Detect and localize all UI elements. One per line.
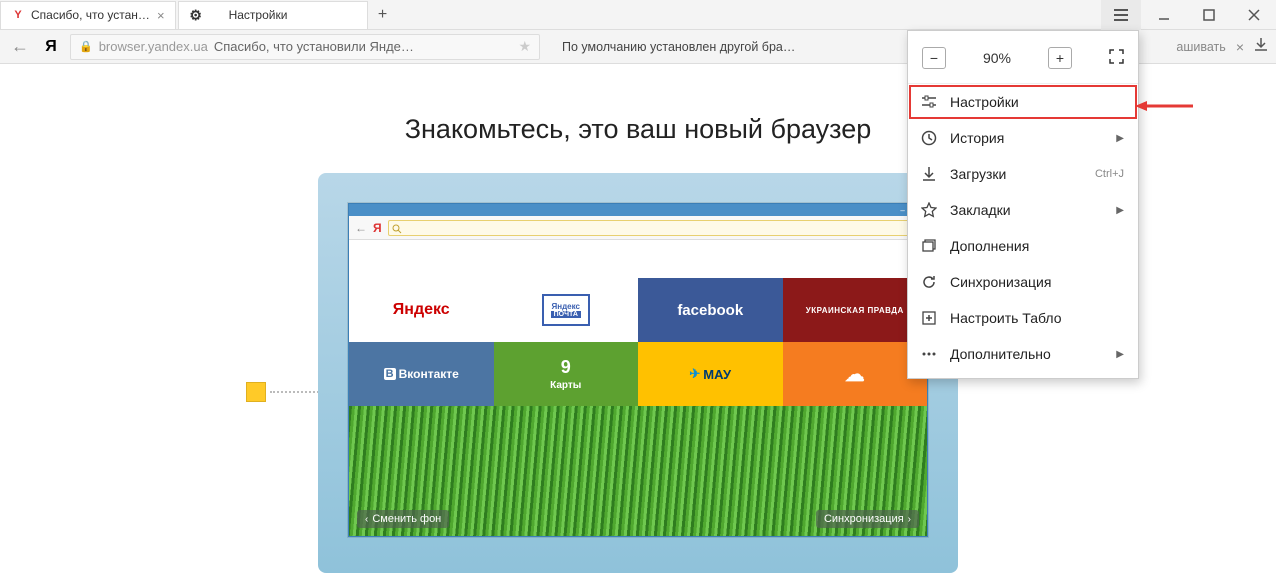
plus-box-icon [920, 309, 938, 327]
mock-back-icon: ← [355, 221, 367, 235]
change-background-chip[interactable]: ‹ Сменить фон [357, 510, 449, 528]
tab-close-icon[interactable]: × [157, 8, 165, 23]
tile-facebook: facebook [638, 278, 783, 342]
zoom-out-button[interactable]: − [922, 47, 946, 69]
menu-item-label: История [950, 130, 1004, 146]
chevron-right-icon: ▶ [1116, 349, 1124, 360]
menu-item-star[interactable]: Закладки ▶ [908, 192, 1138, 228]
tile-pravda: УКРАИНСКАЯ ПРАВДА [783, 278, 928, 342]
chevron-right-icon: ▶ [1116, 205, 1124, 216]
sync-chip[interactable]: Синхронизация › [816, 510, 919, 528]
browser-mockup: – ▢ × ← Я Яндекс ЯндексПОЧТА facebook УК… [348, 203, 928, 537]
menu-item-plus-box[interactable]: Настроить Табло [908, 300, 1138, 336]
address-domain: browser.yandex.ua [99, 39, 208, 54]
fullscreen-button[interactable] [1109, 49, 1124, 68]
tile-pochta: ЯндексПОЧТА [494, 278, 639, 342]
tab-thanks[interactable]: Y Спасибо, что установили × [0, 1, 176, 29]
menu-item-label: Настройки [950, 94, 1019, 110]
hamburger-menu-button[interactable] [1101, 0, 1141, 30]
menu-item-label: Настроить Табло [950, 310, 1062, 326]
tour-marker[interactable] [246, 382, 266, 402]
download-icon [920, 165, 938, 183]
mock-yandex-icon: Я [373, 221, 382, 235]
new-tab-button[interactable]: + [370, 4, 396, 26]
tab-label: Спасибо, что установили [31, 8, 151, 22]
menu-item-label: Дополнительно [950, 346, 1051, 362]
menu-item-layers[interactable]: Дополнения [908, 228, 1138, 264]
star-icon [920, 201, 938, 219]
zoom-in-button[interactable]: + [1048, 47, 1072, 69]
menu-shortcut: Ctrl+J [1095, 168, 1124, 180]
bookmark-star-icon[interactable]: ★ [518, 38, 531, 55]
callout-arrow [1135, 98, 1193, 114]
gear-icon: ⚙ [189, 8, 203, 22]
zoom-level: 90% [983, 50, 1011, 66]
menu-item-label: Закладки [950, 202, 1011, 218]
dots-icon [920, 345, 938, 363]
menu-item-dots[interactable]: Дополнительно ▶ [908, 336, 1138, 372]
yandex-home-icon[interactable]: Я [40, 36, 62, 58]
tab-strip: Y Спасибо, что установили × ⚙ Настройки … [0, 0, 1276, 30]
tile-weather: ☁ [783, 342, 928, 406]
tile-maps: 9 Карты [494, 342, 639, 406]
menu-item-label: Синхронизация [950, 274, 1051, 290]
chevron-right-icon: ▶ [1116, 133, 1124, 144]
mock-address-row: ← Я [349, 216, 927, 240]
lock-icon: 🔒 [79, 40, 93, 53]
sync-icon [920, 273, 938, 291]
tab-label: Настройки [229, 8, 288, 22]
address-bar[interactable]: 🔒 browser.yandex.ua Спасибо, что установ… [70, 34, 540, 60]
window-minimize-button[interactable] [1141, 0, 1186, 30]
chevron-right-icon: › [908, 514, 911, 525]
mock-address-input [388, 220, 921, 236]
tile-vk: BВконтакте [349, 342, 494, 406]
mock-tiles: Яндекс ЯндексПОЧТА facebook УКРАИНСКАЯ П… [349, 278, 927, 406]
tab-favicon-yandex: Y [11, 8, 25, 22]
window-close-button[interactable] [1231, 0, 1276, 30]
window-controls [1101, 0, 1276, 30]
mock-min-icon: – [900, 206, 904, 215]
downloads-icon[interactable] [1254, 37, 1268, 56]
zoom-controls: − 90% + [908, 37, 1138, 84]
back-button[interactable]: ← [8, 35, 32, 59]
address-title: Спасибо, что установили Янде… [214, 39, 414, 54]
tile-yandex: Яндекс [349, 278, 494, 342]
main-menu-dropdown: − 90% + НастройкиИстория▶ЗагрузкиCtrl+JЗ… [907, 30, 1139, 379]
chevron-left-icon: ‹ [365, 514, 368, 525]
mock-wallpaper: ‹ Сменить фон Синхронизация › [349, 406, 927, 536]
mock-titlebar: – ▢ × [349, 204, 927, 216]
menu-item-download[interactable]: Загрузки Ctrl+J [908, 156, 1138, 192]
notice-close-icon[interactable]: × [1236, 39, 1244, 55]
browser-mockup-frame: – ▢ × ← Я Яндекс ЯндексПОЧТА facebook УК… [318, 173, 958, 573]
clock-icon [920, 129, 938, 147]
menu-item-label: Загрузки [950, 166, 1006, 182]
tile-mau: ✈МАУ [638, 342, 783, 406]
menu-item-clock[interactable]: История ▶ [908, 120, 1138, 156]
tab-settings[interactable]: ⚙ Настройки [178, 1, 368, 29]
window-maximize-button[interactable] [1186, 0, 1231, 30]
menu-item-sync[interactable]: Синхронизация [908, 264, 1138, 300]
menu-item-label: Дополнения [950, 238, 1029, 254]
default-browser-notice: По умолчанию установлен другой бра… [562, 40, 795, 54]
page-title: Знакомьтесь, это ваш новый браузер [405, 114, 872, 145]
ask-label: ашивать [1176, 40, 1225, 54]
right-toolbar: ашивать × [1176, 37, 1268, 56]
layers-icon [920, 237, 938, 255]
sliders-icon [920, 93, 938, 111]
menu-item-sliders[interactable]: Настройки [908, 84, 1138, 120]
